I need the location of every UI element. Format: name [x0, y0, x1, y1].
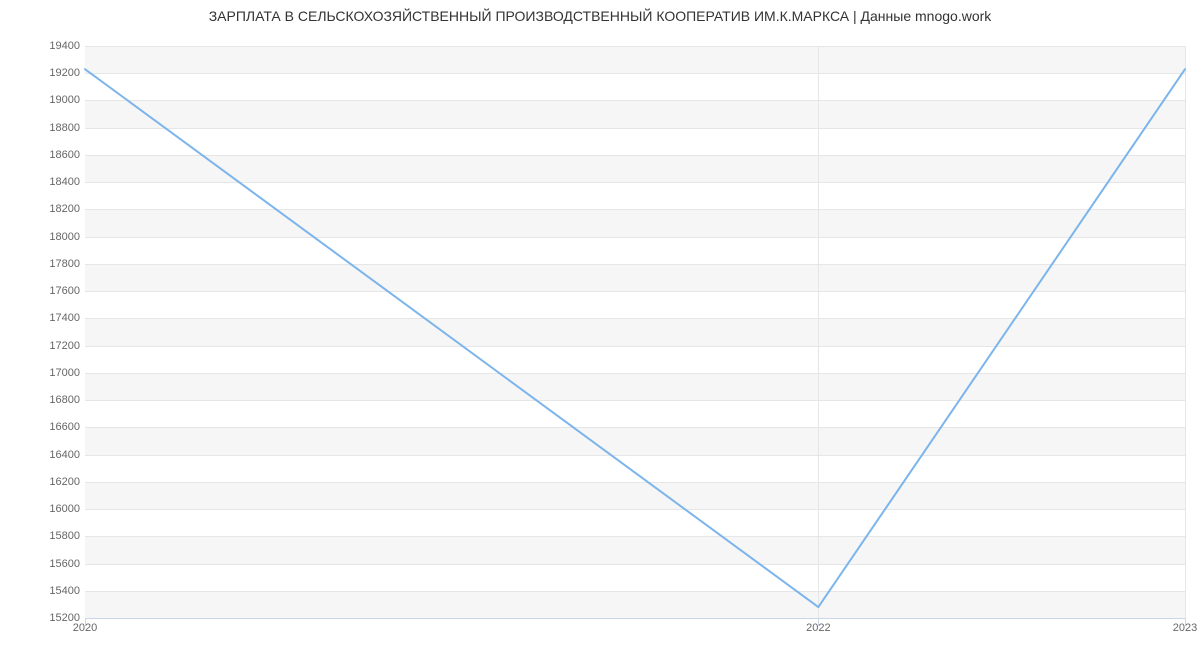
y-tick-label: 15400	[10, 585, 80, 597]
y-tick-label: 15600	[10, 558, 80, 570]
y-tick-label: 17000	[10, 367, 80, 379]
y-tick-label: 18400	[10, 176, 80, 188]
y-tick-label: 17400	[10, 312, 80, 324]
chart-container: ЗАРПЛАТА В СЕЛЬСКОХОЗЯЙСТВЕННЫЙ ПРОИЗВОД…	[0, 0, 1200, 650]
y-tick-label: 17600	[10, 285, 80, 297]
y-tick-label: 15200	[10, 612, 80, 624]
y-tick-label: 16200	[10, 476, 80, 488]
x-tick-label: 2020	[73, 622, 97, 634]
y-tick-label: 16000	[10, 503, 80, 515]
y-tick-label: 18200	[10, 203, 80, 215]
y-tick-label: 19000	[10, 94, 80, 106]
y-tick-label: 19400	[10, 40, 80, 52]
y-tick-label: 15800	[10, 530, 80, 542]
y-tick-label: 16800	[10, 394, 80, 406]
x-axis-line	[85, 618, 1185, 619]
series-line	[85, 69, 1185, 607]
y-tick-label: 16600	[10, 421, 80, 433]
y-tick-label: 18800	[10, 122, 80, 134]
y-tick-label: 17200	[10, 340, 80, 352]
x-tick-label: 2023	[1173, 622, 1197, 634]
y-tick-label: 18600	[10, 149, 80, 161]
chart-title: ЗАРПЛАТА В СЕЛЬСКОХОЗЯЙСТВЕННЫЙ ПРОИЗВОД…	[0, 8, 1200, 24]
line-layer	[85, 46, 1185, 618]
x-tick-label: 2022	[806, 622, 830, 634]
y-tick-label: 16400	[10, 449, 80, 461]
x-gridline	[1185, 46, 1186, 618]
y-tick-label: 19200	[10, 67, 80, 79]
y-tick-label: 17800	[10, 258, 80, 270]
y-tick-label: 18000	[10, 231, 80, 243]
plot-area	[85, 46, 1185, 618]
